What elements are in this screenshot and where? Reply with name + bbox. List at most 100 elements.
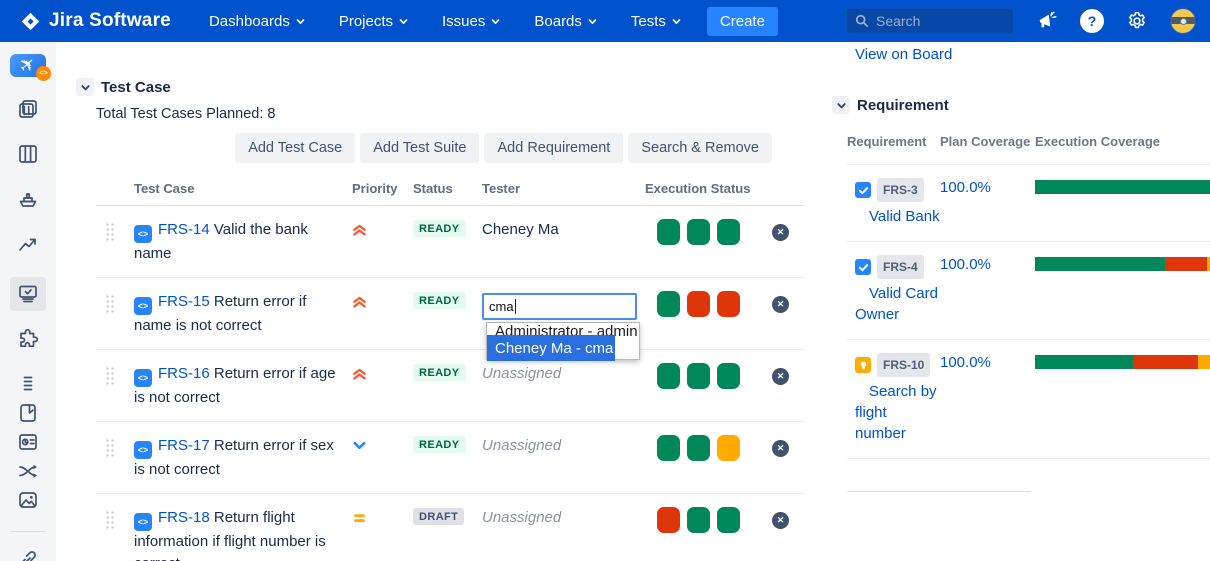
col-header-execution-coverage: Execution Coverage <box>1035 132 1210 152</box>
divider <box>847 491 1030 492</box>
drag-handle[interactable] <box>105 366 116 387</box>
coverage-segment-red <box>1165 257 1208 271</box>
nav-item-issues[interactable]: Issues <box>442 13 500 30</box>
app-root: Jira Software Dashboards Projects Issues… <box>0 0 1210 561</box>
view-on-board-link[interactable]: View on Board <box>855 46 952 63</box>
test-case-key-link[interactable]: FRS-17 <box>158 437 210 454</box>
requirement-summary-link[interactable]: Valid Card Owner <box>847 283 940 325</box>
nav-item-dashboards[interactable]: Dashboards <box>209 13 305 30</box>
drag-handle[interactable] <box>105 222 116 243</box>
test-case-type-icon: <> <box>134 297 152 315</box>
stories-icon[interactable] <box>16 372 40 396</box>
execution-status-square-green[interactable] <box>687 507 710 533</box>
test-case-key-link[interactable]: FRS-15 <box>158 293 210 310</box>
link-icon[interactable] <box>16 548 40 561</box>
col-header-priority: Priority <box>352 181 413 196</box>
tester-unassigned-label: Unassigned <box>482 509 561 526</box>
requirement-key-badge: FRS-4 <box>877 255 924 279</box>
user-avatar[interactable] <box>1170 8 1196 34</box>
reports-icon[interactable] <box>16 232 40 256</box>
nav-item-tests[interactable]: Tests <box>631 13 681 30</box>
plan-coverage-value: 100.0% <box>940 255 1035 325</box>
remove-row-button[interactable]: ✕ <box>772 368 789 385</box>
execution-status-cell <box>645 219 757 245</box>
tester-cell[interactable]: Unassigned <box>482 363 645 382</box>
tester-input[interactable]: cma <box>482 293 637 320</box>
jira-logo[interactable]: Jira Software <box>20 10 171 32</box>
add-test-case-button[interactable]: Add Test Case <box>235 133 355 163</box>
execution-status-square-green[interactable] <box>657 363 680 389</box>
execution-status-square-green[interactable] <box>717 507 740 533</box>
execution-status-square-green[interactable] <box>687 435 710 461</box>
execution-status-square-green[interactable] <box>717 363 740 389</box>
test-case-row-frs-17: <>FRS-17 Return error if sex is not corr… <box>96 422 804 494</box>
requirement-table-header: Requirement Plan Coverage Execution Cove… <box>847 128 1210 164</box>
search-icon <box>855 14 869 28</box>
execution-status-square-orange[interactable] <box>717 435 740 461</box>
remove-row-button[interactable]: ✕ <box>772 440 789 457</box>
create-button[interactable]: Create <box>707 7 778 36</box>
execution-status-square-green[interactable] <box>687 219 710 245</box>
execution-status-square-green[interactable] <box>717 219 740 245</box>
add-requirement-button[interactable]: Add Requirement <box>484 133 623 163</box>
releases-icon[interactable] <box>16 187 40 211</box>
backlog-icon[interactable] <box>16 97 40 121</box>
add-test-suite-button[interactable]: Add Test Suite <box>360 133 479 163</box>
requirement-panel: View on Board Requirement Requirement Pl… <box>830 42 1210 561</box>
collapse-test-case-icon[interactable] <box>76 78 94 96</box>
sidebar-item-tests-selected[interactable] <box>10 277 46 311</box>
announcement-icon[interactable] <box>1036 10 1058 32</box>
project-avatar[interactable]: ✈ <> <box>10 54 46 77</box>
test-case-key-link[interactable]: FRS-16 <box>158 365 210 382</box>
requirement-summary-link[interactable]: Valid Bank <box>847 206 940 227</box>
remove-row-button[interactable]: ✕ <box>772 512 789 529</box>
tester-cell[interactable]: Unassigned <box>482 507 645 526</box>
report-card-icon[interactable] <box>16 430 40 454</box>
drag-handle[interactable] <box>105 438 116 459</box>
requirement-row-frs-10: FRS-10 Search by flight number 100.0% <box>847 339 1210 458</box>
execution-status-square-red[interactable] <box>687 291 710 317</box>
execution-status-square-red[interactable] <box>717 291 740 317</box>
remove-row-button[interactable]: ✕ <box>772 296 789 313</box>
status-badge: READY <box>413 220 466 237</box>
settings-icon[interactable] <box>1126 10 1148 32</box>
status-badge: READY <box>413 292 466 309</box>
requirement-summary-link[interactable]: Search by flight number <box>847 381 940 444</box>
pages-icon[interactable] <box>16 401 40 425</box>
search-remove-button[interactable]: Search & Remove <box>628 133 772 163</box>
shuffle-icon[interactable] <box>16 459 40 483</box>
tester-cell[interactable]: cma Administrator - admin Cheney Ma - cm… <box>482 291 645 320</box>
tester-cell[interactable]: Cheney Ma <box>482 219 645 238</box>
plan-coverage-value: 100.0% <box>940 353 1035 444</box>
test-case-key-link[interactable]: FRS-18 <box>158 509 210 526</box>
coverage-segment-green <box>1035 355 1133 369</box>
execution-status-square-green[interactable] <box>657 219 680 245</box>
navbar-search-input[interactable]: Search <box>846 8 1014 34</box>
test-case-content: Total Test Cases Planned: 8 Add Test Cas… <box>96 106 804 561</box>
test-case-key-link[interactable]: FRS-14 <box>158 221 210 238</box>
addons-icon[interactable] <box>16 327 40 351</box>
execution-status-square-red[interactable] <box>657 507 680 533</box>
left-sidebar: ✈ <> <box>0 42 56 561</box>
coverage-segment-red <box>1133 355 1198 369</box>
help-icon[interactable]: ? <box>1080 9 1104 33</box>
tester-cell[interactable]: Unassigned <box>482 435 645 454</box>
drag-handle[interactable] <box>105 294 116 315</box>
jira-logo-icon <box>20 11 41 32</box>
remove-row-button[interactable]: ✕ <box>772 224 789 241</box>
nav-item-projects[interactable]: Projects <box>339 13 408 30</box>
media-icon[interactable] <box>16 488 40 512</box>
board-icon[interactable] <box>16 142 40 166</box>
execution-status-square-green[interactable] <box>687 363 710 389</box>
execution-status-square-green[interactable] <box>657 291 680 317</box>
execution-coverage-bar <box>1035 180 1210 194</box>
dropdown-option-cheney-ma[interactable]: Cheney Ma - cma <box>487 335 615 361</box>
drag-handle[interactable] <box>105 510 116 531</box>
nav-item-boards[interactable]: Boards <box>534 13 597 30</box>
collapse-requirement-icon[interactable] <box>832 96 850 114</box>
execution-status-square-green[interactable] <box>657 435 680 461</box>
priority-highest-icon <box>352 363 413 381</box>
execution-status-cell <box>645 507 757 533</box>
navbar-right: Search ? <box>846 8 1196 34</box>
status-badge: READY <box>413 364 466 381</box>
